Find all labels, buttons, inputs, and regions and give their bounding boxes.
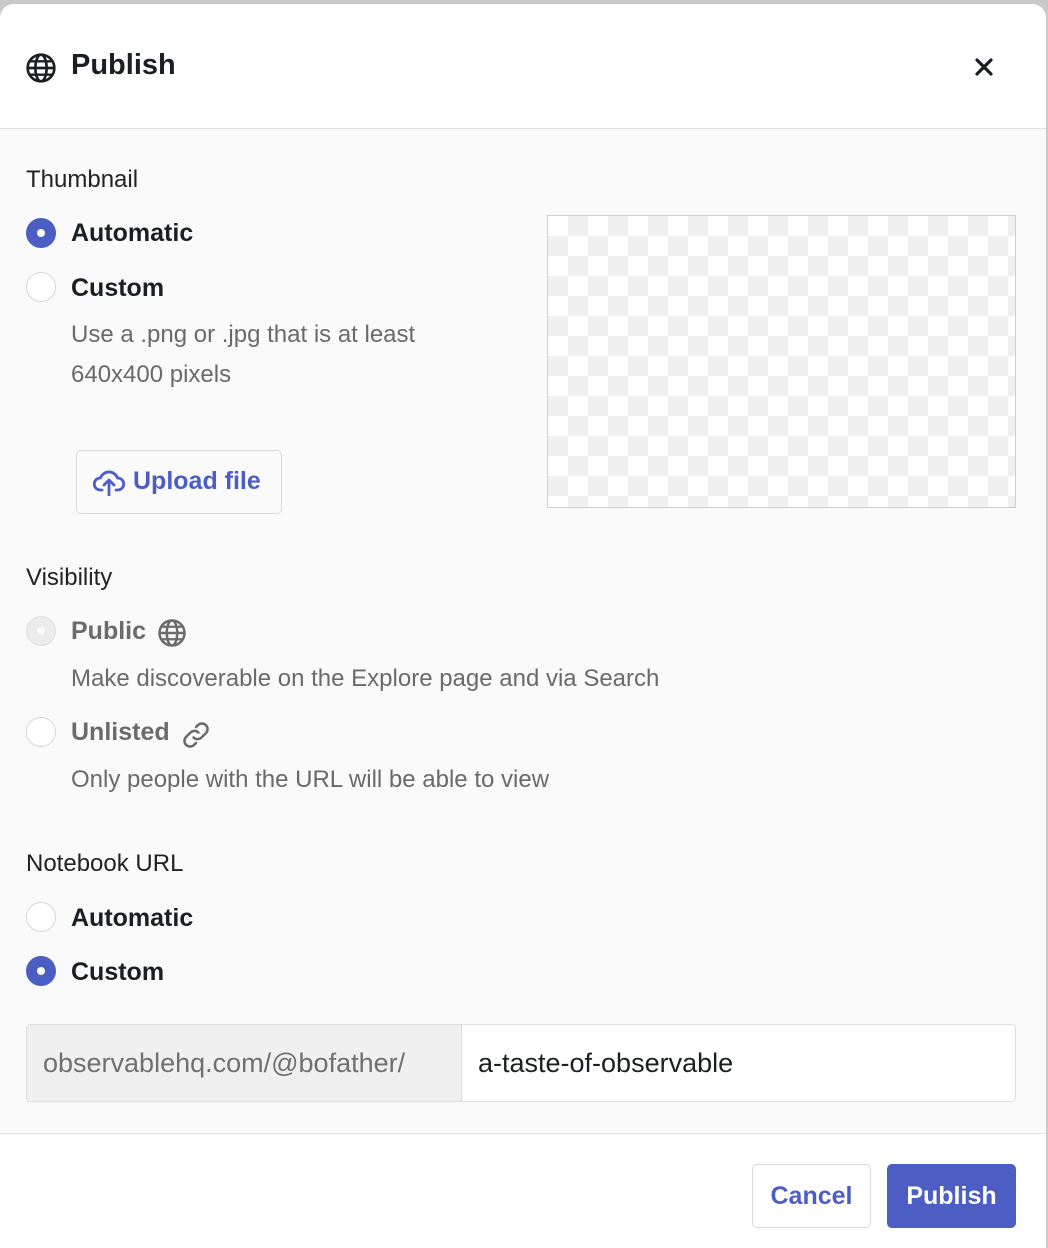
visibility-public-radio (26, 616, 56, 646)
thumbnail-custom-label[interactable]: Custom (71, 274, 164, 303)
dialog-title: Publish (71, 49, 176, 81)
url-automatic-label[interactable]: Automatic (71, 904, 193, 933)
dialog-footer: Cancel Publish (0, 1133, 1046, 1248)
link-icon (183, 722, 209, 748)
publish-button[interactable]: Publish (887, 1164, 1016, 1228)
upload-file-button[interactable]: Upload file (76, 450, 282, 514)
globe-icon (26, 53, 56, 83)
thumbnail-automatic-radio[interactable] (26, 218, 56, 248)
visibility-section-label: Visibility (26, 564, 113, 591)
url-slug-input[interactable] (463, 1025, 1015, 1101)
dialog-header: Publish (0, 4, 1046, 129)
url-custom-label[interactable]: Custom (71, 958, 164, 987)
thumbnail-preview (547, 215, 1016, 508)
thumbnail-automatic-label[interactable]: Automatic (71, 219, 193, 248)
cloud-upload-icon (93, 470, 125, 496)
url-custom-radio[interactable] (26, 956, 56, 986)
visibility-unlisted-radio[interactable] (26, 717, 56, 747)
thumbnail-section-label: Thumbnail (26, 166, 139, 193)
url-automatic-radio[interactable] (26, 902, 56, 932)
upload-file-label: Upload file (133, 467, 261, 495)
globe-icon (158, 619, 186, 647)
thumbnail-help-line-2: 640x400 pixels (71, 361, 232, 388)
publish-dialog: Publish Thumbnail Automatic Custom Use a… (0, 4, 1046, 1248)
close-icon[interactable] (969, 52, 999, 82)
visibility-public-label: Public (71, 617, 147, 645)
thumbnail-help-line-1: Use a .png or .jpg that is at least (71, 321, 416, 348)
visibility-public-help: Make discoverable on the Explore page an… (71, 665, 660, 692)
cancel-button[interactable]: Cancel (752, 1164, 871, 1228)
visibility-unlisted-help: Only people with the URL will be able to… (71, 766, 550, 793)
notebook-url-field: observablehq.com/@bofather/ (26, 1024, 1016, 1102)
visibility-unlisted-label[interactable]: Unlisted (71, 718, 170, 747)
notebook-url-section-label: Notebook URL (26, 850, 184, 877)
url-prefix: observablehq.com/@bofather/ (27, 1025, 462, 1101)
thumbnail-custom-radio[interactable] (26, 272, 56, 302)
